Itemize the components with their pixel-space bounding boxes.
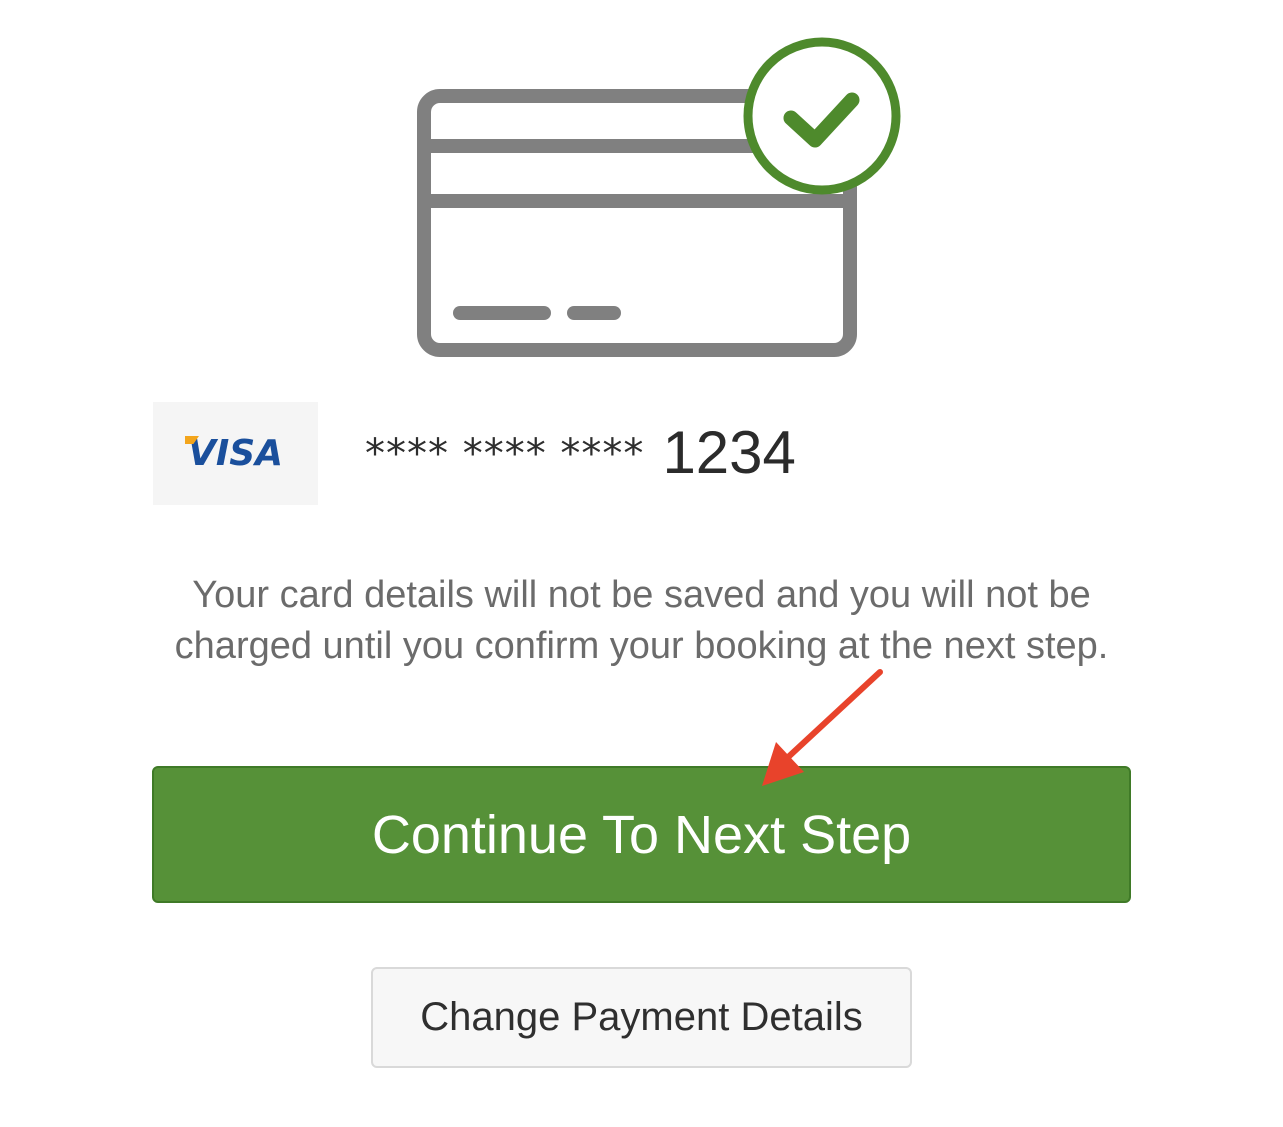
credit-card-verified-icon bbox=[410, 36, 910, 366]
card-last-four: 1234 bbox=[662, 419, 796, 486]
card-number-mask: **** **** **** bbox=[365, 431, 645, 477]
change-payment-details-button[interactable]: Change Payment Details bbox=[371, 967, 912, 1068]
card-brand-logo: VISA bbox=[153, 402, 318, 505]
visa-logo: VISA bbox=[184, 433, 284, 474]
visa-logo-text: VISA bbox=[187, 433, 284, 474]
payment-notice: Your card details will not be saved and … bbox=[174, 574, 1109, 667]
continue-to-next-step-button[interactable]: Continue To Next Step bbox=[152, 766, 1131, 903]
masked-card-number: **** **** **** 1234 bbox=[365, 418, 796, 487]
